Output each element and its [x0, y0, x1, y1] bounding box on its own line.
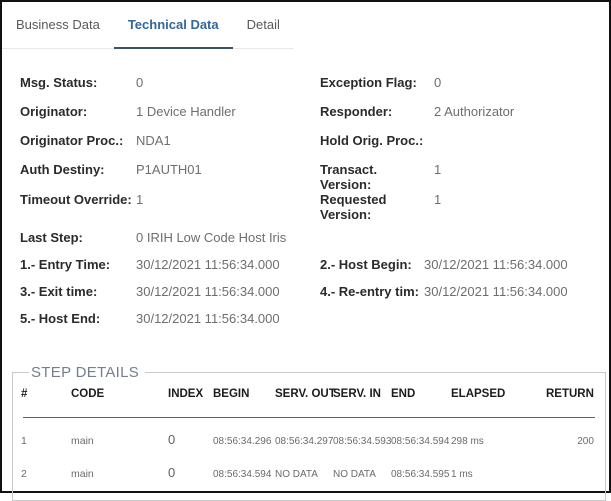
field-row: Auth Destiny: P1AUTH01 Transact. Version…	[20, 162, 609, 192]
step-table-body: 1 main 0 08:56:34.296 08:56:34.297 08:56…	[21, 432, 597, 480]
field-label: Exception Flag:	[320, 75, 434, 90]
timestamp-value: 30/12/2021 11:56:34.000	[136, 284, 320, 299]
field-label: Msg. Status:	[20, 75, 136, 90]
tab-label: Business Data	[16, 17, 100, 32]
step-cell-code: main	[71, 435, 168, 447]
step-cell-end: 08:56:34.594	[391, 436, 451, 447]
step-table-divider	[23, 417, 595, 418]
timestamp-label: 5.- Host End:	[20, 311, 136, 326]
field-value: NDA1	[136, 133, 320, 148]
field-label: Originator Proc.:	[20, 133, 136, 148]
tab-label: Detail	[247, 17, 280, 32]
step-table-row: 2 main 0 08:56:34.594 NO DATA NO DATA 08…	[21, 465, 597, 480]
field-value: 2 Authorizator	[434, 104, 609, 119]
timestamp-row: 3.- Exit time: 30/12/2021 11:56:34.000 4…	[20, 284, 609, 311]
tab-detail[interactable]: Detail	[233, 2, 294, 49]
timestamp-label: 1.- Entry Time:	[20, 257, 136, 272]
timestamp-label: Last Step:	[20, 230, 136, 245]
timestamp-row: Last Step: 0 IRIH Low Code Host Iris	[20, 230, 609, 257]
timestamp-label: 3.- Exit time:	[20, 284, 136, 299]
timestamp-label: 2.- Host Begin:	[320, 257, 424, 272]
field-label: Originator:	[20, 104, 136, 119]
timestamp-value: 30/12/2021 11:56:34.000	[136, 311, 320, 326]
field-label: Auth Destiny:	[20, 162, 136, 177]
tab-technical-data[interactable]: Technical Data	[114, 2, 233, 49]
step-cell-return: 200	[546, 436, 597, 447]
step-cell-serv-out: NO DATA	[275, 469, 333, 480]
step-cell-elapsed: 1 ms	[451, 469, 546, 480]
step-cell-index: 0	[168, 432, 213, 447]
field-row: Originator: 1 Device Handler Responder: …	[20, 104, 609, 133]
step-table-row: 1 main 0 08:56:34.296 08:56:34.297 08:56…	[21, 432, 597, 447]
step-cell-begin: 08:56:34.296	[213, 436, 275, 447]
step-column-header: ELAPSED	[451, 387, 546, 401]
timestamp-value: 30/12/2021 11:56:34.000	[424, 284, 609, 299]
field-value: 1	[434, 162, 609, 177]
field-row: Msg. Status: 0 Exception Flag: 0	[20, 75, 609, 104]
field-label: Responder:	[320, 104, 434, 119]
step-cell-index: 0	[168, 465, 213, 480]
field-value: 1	[136, 192, 320, 207]
step-cell-number: 2	[21, 468, 71, 480]
timestamp-value: 0 IRIH Low Code Host Iris	[136, 230, 320, 245]
technical-fields-section: Msg. Status: 0 Exception Flag: 0 Origina…	[20, 75, 609, 222]
step-table-header: # CODE INDEX BEGIN SERV. OUT SERV. IN EN…	[21, 387, 597, 401]
field-label: Transact. Version:	[320, 162, 434, 192]
step-cell-code: main	[71, 468, 168, 480]
step-cell-begin: 08:56:34.594	[213, 469, 275, 480]
field-row: Timeout Override: 1 Requested Version: 1	[20, 192, 609, 222]
step-details-fieldset: STEP DETAILS # CODE INDEX BEGIN SERV. OU…	[12, 364, 606, 501]
timestamp-row: 1.- Entry Time: 30/12/2021 11:56:34.000 …	[20, 257, 609, 284]
step-cell-elapsed: 298 ms	[451, 436, 546, 447]
step-cell-end: 08:56:34.595	[391, 469, 451, 480]
field-value: 1 Device Handler	[136, 104, 320, 119]
step-column-header: END	[391, 387, 451, 401]
field-label: Hold Orig. Proc.:	[320, 133, 434, 148]
tab-label: Technical Data	[128, 17, 219, 32]
step-column-header: #	[21, 387, 71, 401]
field-value: 1	[434, 192, 609, 207]
step-column-header: CODE	[71, 387, 168, 401]
step-cell-serv-out: 08:56:34.297	[275, 436, 333, 447]
step-column-header: SERV. IN	[333, 387, 391, 401]
tab-strip: Business Data Technical Data Detail	[2, 2, 294, 49]
field-label: Timeout Override:	[20, 192, 136, 207]
tab-business-data[interactable]: Business Data	[2, 2, 114, 49]
field-label: Requested Version:	[320, 192, 434, 222]
timestamp-row: 5.- Host End: 30/12/2021 11:56:34.000	[20, 311, 609, 338]
field-row: Originator Proc.: NDA1 Hold Orig. Proc.:	[20, 133, 609, 162]
step-cell-number: 1	[21, 435, 71, 447]
step-cell-serv-in: NO DATA	[333, 469, 391, 480]
timestamp-value: 30/12/2021 11:56:34.000	[424, 257, 609, 272]
step-column-header: INDEX	[168, 387, 213, 401]
transaction-detail-window: { "colors": { "tab_active": "#336699", "…	[0, 0, 611, 493]
timestamps-section: Last Step: 0 IRIH Low Code Host Iris 1.-…	[20, 230, 609, 338]
timestamp-label: 4.- Re-entry tim:	[320, 284, 424, 299]
step-column-header: SERV. OUT	[275, 387, 333, 401]
step-column-header: BEGIN	[213, 387, 275, 401]
field-value: 0	[136, 75, 320, 90]
field-value: P1AUTH01	[136, 162, 320, 177]
step-details-title: STEP DETAILS	[29, 364, 145, 381]
timestamp-value: 30/12/2021 11:56:34.000	[136, 257, 320, 272]
step-column-header: RETURN	[546, 387, 597, 401]
field-value: 0	[434, 75, 609, 90]
step-cell-serv-in: 08:56:34.593	[333, 436, 391, 447]
